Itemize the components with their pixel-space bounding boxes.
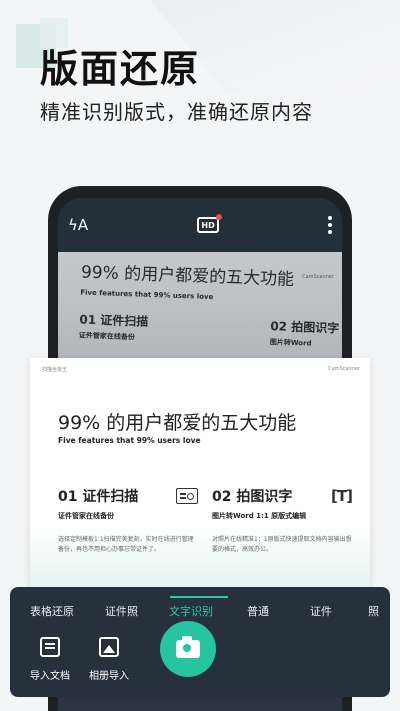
mode-certificate[interactable]: 证件 <box>310 603 332 619</box>
notification-dot <box>216 214 223 220</box>
more-vertical-icon[interactable] <box>328 216 332 234</box>
capture-panel: 表格还原 证件照 文字识别 普通 证件 照 导入文档 相册导入 <box>10 587 390 697</box>
mode-normal[interactable]: 普通 <box>247 603 269 619</box>
card-subtitle: Five features that 99% users love <box>58 436 201 445</box>
import-document-label: 导入文档 <box>30 671 70 682</box>
card-brand: CamScanner <box>328 366 360 372</box>
feature-subtitle: 证件管家在线备份 <box>58 512 114 520</box>
camera-preview-photo: CamScanner 99% 的用户都爱的五大功能 Five features … <box>58 252 342 372</box>
album-import-label: 相册导入 <box>89 671 129 682</box>
shutter-button[interactable] <box>160 621 216 677</box>
mode-selector: 表格还原 证件照 文字识别 普通 证件 照 <box>10 587 390 629</box>
feature-text-recognition: 02 拍图识字 [T] 图片转Word 1:1 原版式编辑 对照片在线精准1：1… <box>212 486 353 555</box>
recognized-document-card: 扫描全能王 CamScanner 99% 的用户都爱的五大功能 Five fea… <box>30 358 370 598</box>
mode-photo[interactable]: 照 <box>368 603 379 619</box>
camera-topbar: ϟA HD <box>58 198 342 252</box>
hd-label: HD <box>201 220 215 230</box>
promo-subline: 精准识别版式，准确还原内容 <box>40 100 313 124</box>
photo-feature-1-sub: 证件管家在线备份 <box>78 331 135 342</box>
photo-title: 99% 的用户都爱的五大功能 <box>80 262 295 290</box>
text-recognition-icon: [T] <box>331 487 353 505</box>
promo-headline: 版面还原 <box>40 47 201 91</box>
feature-id-scan: 01 证件扫描 证件管家在线备份 选择定制模板1:1扫描完美复刻，实时在线进行管… <box>58 486 198 555</box>
hd-toggle-icon[interactable]: HD <box>197 214 223 233</box>
camera-icon <box>176 636 200 658</box>
card-title: 99% 的用户都爱的五大功能 <box>58 412 297 434</box>
document-icon <box>40 637 60 657</box>
flash-auto-icon[interactable]: ϟA <box>68 216 88 234</box>
image-icon <box>99 637 119 657</box>
feature-title: 02 拍图识字 <box>212 489 293 505</box>
mode-text-recognition[interactable]: 文字识别 <box>169 603 213 619</box>
photo-feature-1: 01 证件扫描 <box>79 312 149 329</box>
feature-description: 对照片在线精准1：1原版式快速提取文档内容输出想要的格式，高效办公。 <box>212 536 352 553</box>
mode-id-photo[interactable]: 证件照 <box>105 603 138 619</box>
card-app-name: 扫描全能王 <box>42 367 68 373</box>
feature-description: 选择定制模板1:1扫描完美复刻，实时在线进行管理备份，再也不用担心办事忘带证件了… <box>58 536 194 553</box>
feature-title: 01 证件扫描 <box>58 489 139 505</box>
photo-subtitle: Five features that 99% users love <box>80 288 214 302</box>
active-mode-indicator <box>170 596 228 598</box>
mode-table-restore[interactable]: 表格还原 <box>30 603 74 619</box>
photo-feature-2: 02 拍图识字 <box>270 319 340 336</box>
album-import-button[interactable]: 相册导入 <box>79 637 139 682</box>
feature-subtitle: 图片转Word 1:1 原版式编辑 <box>212 512 307 520</box>
photo-feature-2-sub: 图片转Word <box>269 338 312 348</box>
capture-actions: 导入文档 相册导入 <box>10 621 390 691</box>
import-document-button[interactable]: 导入文档 <box>20 637 80 682</box>
id-card-icon <box>176 488 198 504</box>
